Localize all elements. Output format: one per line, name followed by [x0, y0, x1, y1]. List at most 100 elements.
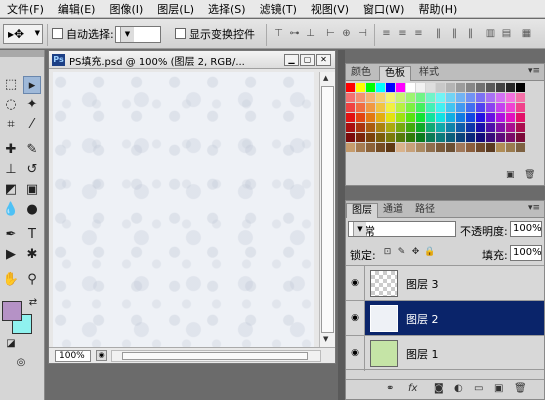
- tab-channels[interactable]: 通道: [378, 203, 408, 218]
- distribute-bottom-icon[interactable]: ≡: [412, 27, 425, 40]
- scroll-thumb[interactable]: [321, 86, 334, 333]
- color-swatch[interactable]: [426, 93, 435, 102]
- new-group-icon[interactable]: ▭: [474, 383, 483, 394]
- color-swatch[interactable]: [476, 103, 485, 112]
- color-swatch[interactable]: [466, 83, 475, 92]
- color-swatch[interactable]: [376, 83, 385, 92]
- color-swatch[interactable]: [446, 133, 455, 142]
- color-swatch[interactable]: [436, 83, 445, 92]
- color-swatch[interactable]: [396, 133, 405, 142]
- color-swatch[interactable]: [416, 103, 425, 112]
- color-swatch[interactable]: [436, 123, 445, 132]
- color-swatch[interactable]: [416, 83, 425, 92]
- color-swatch[interactable]: [496, 113, 505, 122]
- color-swatch[interactable]: [476, 113, 485, 122]
- layer-style-icon[interactable]: fx: [408, 383, 417, 394]
- color-swatch[interactable]: [496, 93, 505, 102]
- color-swatch[interactable]: [456, 133, 465, 142]
- opacity-input[interactable]: 100%: [510, 221, 542, 237]
- color-swatch[interactable]: [496, 103, 505, 112]
- foreground-color-swatch[interactable]: [2, 301, 22, 321]
- color-swatch[interactable]: [516, 103, 525, 112]
- zoom-level[interactable]: 100%: [55, 350, 91, 362]
- blend-layers-icon[interactable]: ▦: [520, 27, 533, 40]
- color-swatch[interactable]: [476, 83, 485, 92]
- clone-stamp-icon[interactable]: ⊥: [2, 161, 20, 179]
- color-swatch[interactable]: [366, 113, 375, 122]
- lock-pixels-icon[interactable]: ✎: [396, 247, 407, 258]
- color-swatch[interactable]: [386, 143, 395, 152]
- color-swatch[interactable]: [426, 113, 435, 122]
- auto-select-dropdown[interactable]: 组 ▼: [115, 26, 161, 43]
- align-right-icon[interactable]: ⊣: [356, 27, 369, 40]
- color-swatch[interactable]: [396, 83, 405, 92]
- color-swatch[interactable]: [456, 113, 465, 122]
- color-swatch[interactable]: [416, 143, 425, 152]
- color-swatch[interactable]: [426, 123, 435, 132]
- brush-tool-icon[interactable]: ✎: [23, 141, 41, 159]
- color-swatch[interactable]: [346, 93, 355, 102]
- color-swatch[interactable]: [386, 83, 395, 92]
- color-swatch[interactable]: [396, 103, 405, 112]
- color-swatch[interactable]: [436, 133, 445, 142]
- color-swatch[interactable]: [356, 123, 365, 132]
- color-swatch[interactable]: [376, 143, 385, 152]
- color-swatch[interactable]: [466, 103, 475, 112]
- pen-tool-icon[interactable]: ✒: [2, 226, 20, 244]
- color-swatch[interactable]: [506, 133, 515, 142]
- color-swatch[interactable]: [396, 123, 405, 132]
- menu-filter[interactable]: 滤镜(T): [253, 1, 304, 17]
- type-tool-icon[interactable]: T: [23, 226, 41, 244]
- color-swatch[interactable]: [486, 123, 495, 132]
- color-swatch[interactable]: [366, 143, 375, 152]
- color-swatch[interactable]: [496, 123, 505, 132]
- adjustment-layer-icon[interactable]: ◐: [454, 383, 463, 394]
- panel-menu-icon[interactable]: ▾≡: [528, 203, 540, 213]
- swap-colors-icon[interactable]: ⇄: [24, 294, 42, 312]
- scroll-up-icon[interactable]: ▲: [323, 74, 328, 82]
- color-swatch[interactable]: [356, 83, 365, 92]
- new-swatch-icon[interactable]: ▣: [506, 170, 515, 180]
- close-button[interactable]: ✕: [316, 54, 331, 66]
- eye-icon[interactable]: ◉: [349, 277, 361, 289]
- color-swatch[interactable]: [516, 123, 525, 132]
- crop-tool-icon[interactable]: ⌗: [2, 116, 20, 134]
- tab-color[interactable]: 颜色: [346, 66, 376, 81]
- color-swatch[interactable]: [506, 93, 515, 102]
- eyedropper-icon[interactable]: ⁄: [23, 116, 41, 134]
- color-swatch[interactable]: [416, 113, 425, 122]
- new-layer-icon[interactable]: ▣: [494, 383, 503, 394]
- swatch-grid[interactable]: [346, 83, 525, 152]
- color-swatch[interactable]: [496, 143, 505, 152]
- color-swatch[interactable]: [446, 123, 455, 132]
- color-swatch[interactable]: [446, 83, 455, 92]
- link-layers-icon[interactable]: ⚭: [386, 383, 394, 394]
- color-swatch[interactable]: [426, 103, 435, 112]
- color-swatch[interactable]: [506, 103, 515, 112]
- menu-layer[interactable]: 图层(L): [150, 1, 201, 17]
- color-swatch[interactable]: [456, 83, 465, 92]
- color-swatch[interactable]: [456, 143, 465, 152]
- horizontal-scrollbar[interactable]: [111, 350, 321, 362]
- color-swatch[interactable]: [416, 93, 425, 102]
- gradient-tool-icon[interactable]: ▣: [23, 181, 41, 199]
- color-swatch[interactable]: [406, 123, 415, 132]
- distribute-top-icon[interactable]: ≡: [380, 27, 393, 40]
- color-swatch[interactable]: [426, 143, 435, 152]
- scroll-down-icon[interactable]: ▼: [323, 335, 328, 343]
- align-left-icon[interactable]: ⊢: [324, 27, 337, 40]
- color-swatch[interactable]: [416, 123, 425, 132]
- color-swatch[interactable]: [376, 133, 385, 142]
- tab-styles[interactable]: 样式: [414, 66, 444, 81]
- color-swatch[interactable]: [406, 133, 415, 142]
- history-brush-icon[interactable]: ↺: [23, 161, 41, 179]
- color-swatch[interactable]: [346, 133, 355, 142]
- color-swatch[interactable]: [376, 93, 385, 102]
- color-swatch[interactable]: [466, 113, 475, 122]
- menu-edit[interactable]: 编辑(E): [51, 1, 103, 17]
- color-swatch[interactable]: [406, 93, 415, 102]
- color-swatch[interactable]: [356, 143, 365, 152]
- color-swatch[interactable]: [476, 133, 485, 142]
- status-info-icon[interactable]: ◉: [96, 350, 107, 361]
- color-swatch[interactable]: [386, 93, 395, 102]
